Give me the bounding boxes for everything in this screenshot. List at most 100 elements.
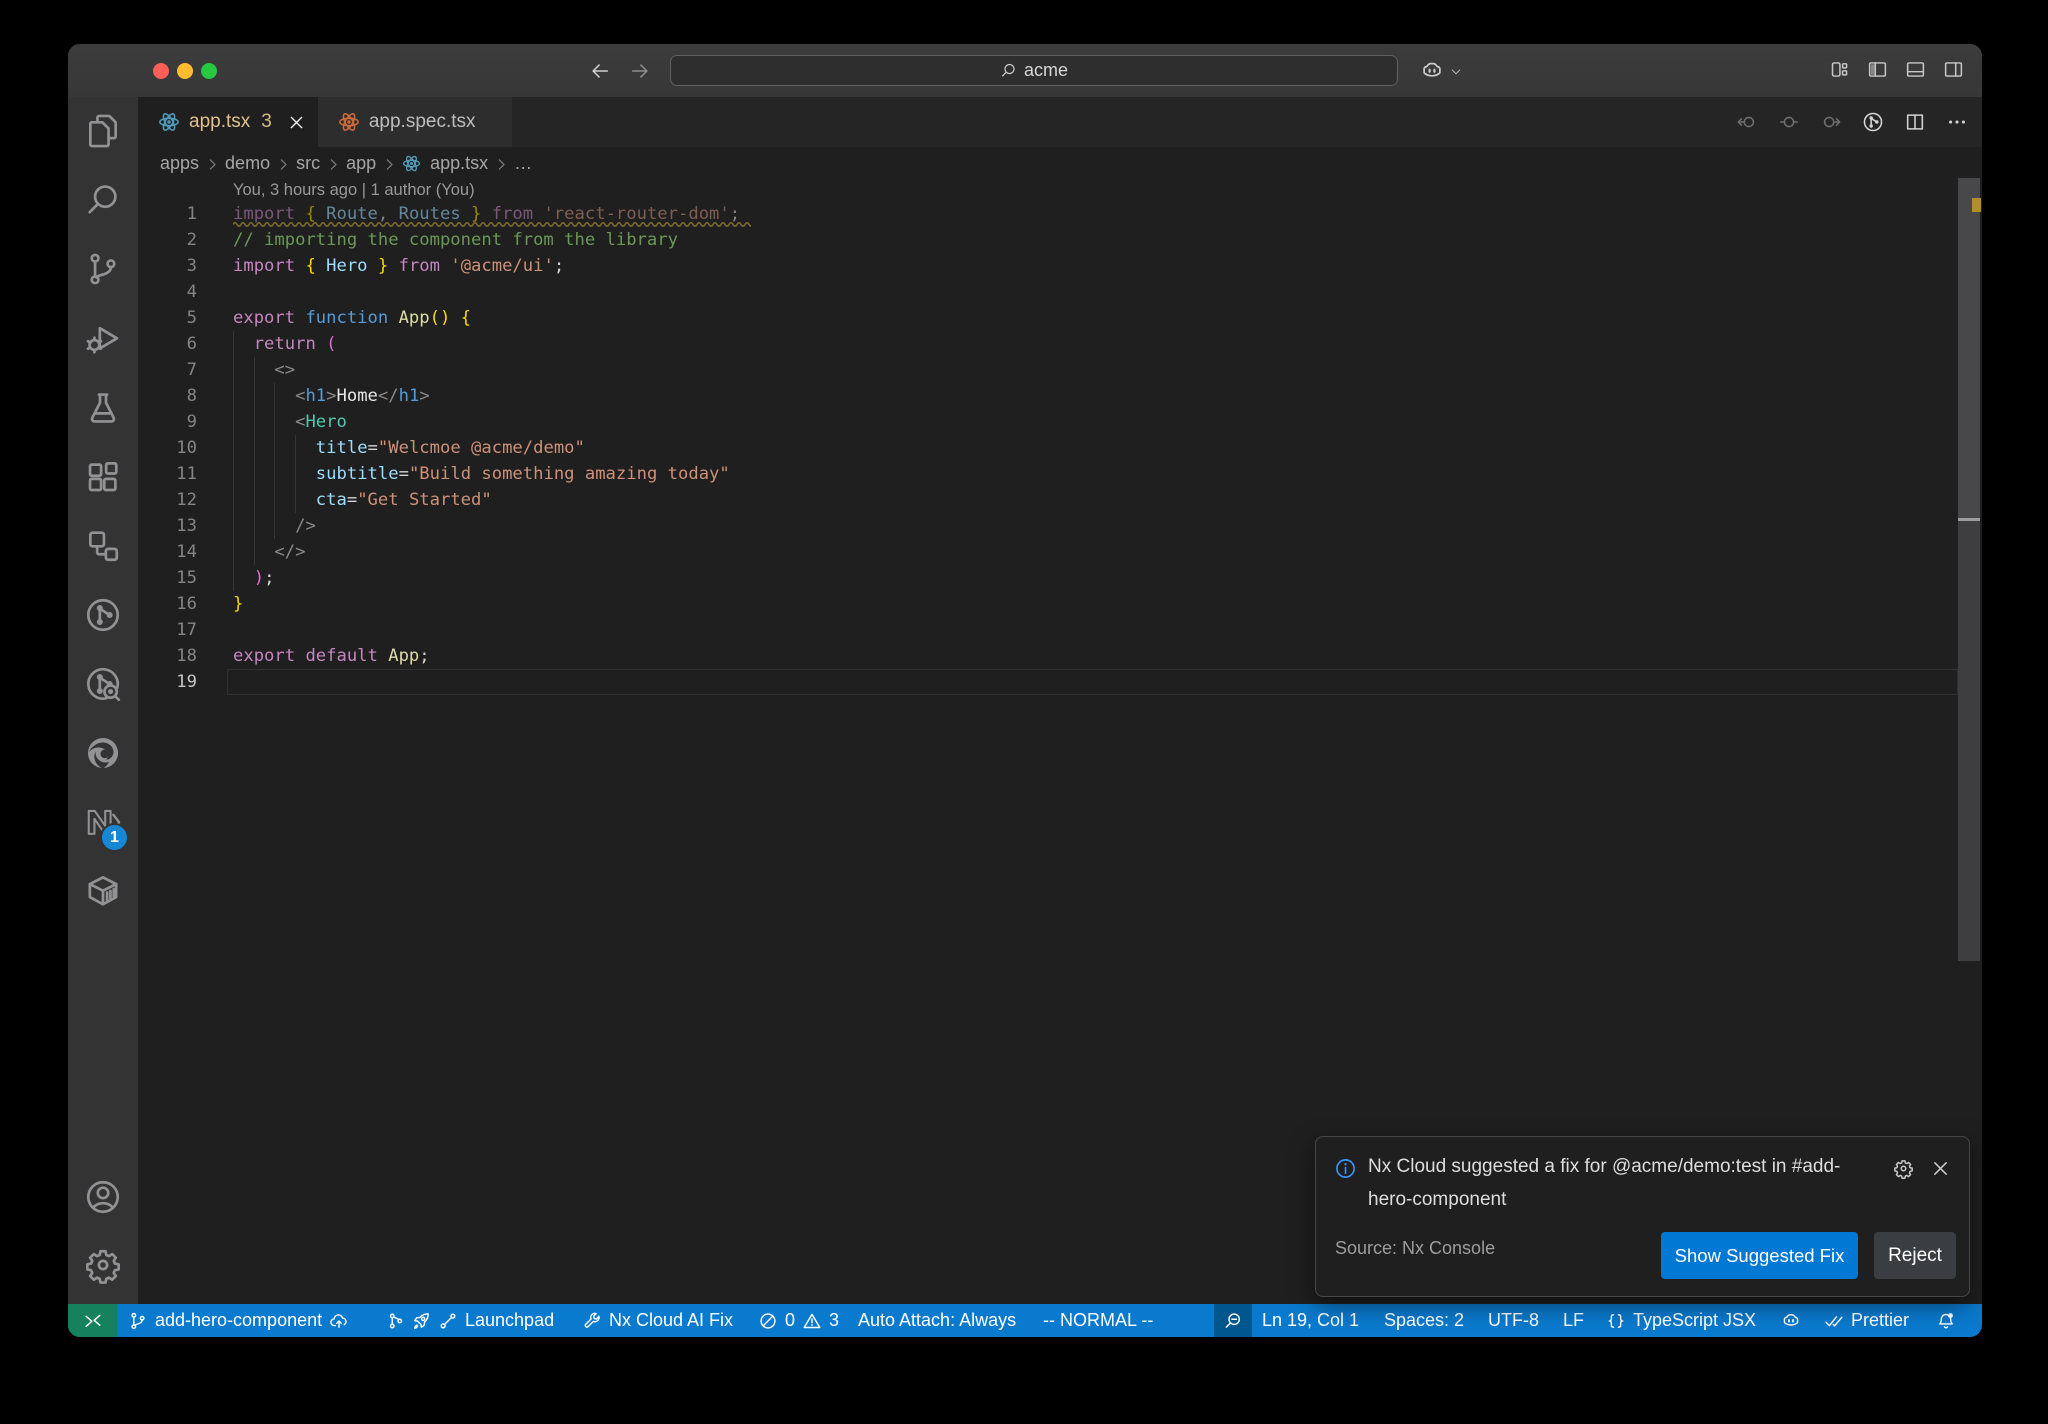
status-item-indentation[interactable]: Spaces: 2 [1384, 1304, 1464, 1337]
code-line-3[interactable]: 3 import { Hero } from '@acme/ui'; [138, 253, 1982, 279]
status-item-prettier[interactable]: Prettier [1824, 1304, 1909, 1337]
gitlens-graph-icon[interactable] [1862, 111, 1884, 133]
tab-app.tsx[interactable]: app.tsx 3 [138, 97, 318, 147]
notification-message: Nx Cloud suggested a fix for @acme/demo:… [1368, 1156, 1841, 1210]
line-number: 11 [176, 464, 197, 484]
breadcrumb-item-apps[interactable]: apps [160, 153, 199, 174]
code-line-1[interactable]: 1 import { Route, Routes } from 'react-ro… [138, 201, 1982, 228]
status-item-branch[interactable]: add-hero-component [128, 1304, 349, 1337]
status-item-launchpad[interactable]: Launchpad [411, 1304, 554, 1337]
close-window-button[interactable] [153, 63, 169, 79]
status-item-cursor-position[interactable]: Ln 19, Col 1 [1262, 1304, 1359, 1337]
info-icon [1336, 1159, 1355, 1178]
activity-bar-item-testing[interactable] [68, 384, 138, 432]
activity-bar-item-project-hierarchy[interactable] [68, 522, 138, 570]
gitlens-next-icon [1823, 116, 1841, 128]
status-item-problems[interactable]: 03 [758, 1304, 839, 1337]
navigate-forward-icon[interactable] [629, 60, 651, 82]
breadcrumb-item-app[interactable]: app [346, 153, 376, 174]
activity-bar-item-accounts[interactable] [68, 1173, 138, 1221]
command-center-search[interactable]: acme [670, 55, 1398, 86]
notification-settings-icon[interactable] [1893, 1158, 1914, 1179]
navigate-back-icon[interactable] [589, 60, 611, 82]
connect-icon [440, 1313, 456, 1328]
status-item-nx-cloud-fix[interactable]: Nx Cloud AI Fix [582, 1304, 733, 1337]
activity-bar-item-source-control[interactable] [68, 245, 138, 293]
gitlens-rev-icon[interactable] [1778, 111, 1800, 133]
code-line-4[interactable]: 4 [138, 279, 1982, 305]
code-line-12[interactable]: 12 cta="Get Started" [138, 487, 1982, 513]
activity-bar-item-explorer[interactable] [68, 107, 138, 155]
line-number: 19 [176, 672, 197, 692]
tab-app.spec.tsx[interactable]: app.spec.tsx [317, 97, 512, 147]
reject-button[interactable]: Reject [1874, 1232, 1956, 1279]
codelens-annotation[interactable]: You, 3 hours ago | 1 author (You) [233, 180, 475, 201]
show-suggested-fix-button[interactable]: Show Suggested Fix [1661, 1232, 1858, 1279]
close-icon[interactable] [287, 113, 306, 132]
git-branch-icon [90, 253, 116, 285]
code-line-15[interactable]: 15 ); [138, 565, 1982, 591]
more-actions-icon[interactable] [1946, 111, 1968, 133]
status-item-language-mode[interactable]: TypeScript JSX [1606, 1304, 1756, 1337]
gitlens-next-icon[interactable] [1820, 111, 1842, 133]
status-item-commit-graph[interactable] [386, 1304, 406, 1337]
code-line-10[interactable]: 10 title="Welcmoe @acme/demo" [138, 435, 1982, 461]
status-item-notifications[interactable] [1936, 1304, 1956, 1337]
status-label: Nx Cloud AI Fix [609, 1310, 734, 1330]
status-item-remote[interactable] [68, 1304, 117, 1337]
status-item-encoding[interactable]: UTF-8 [1488, 1304, 1539, 1337]
toggle-sidebar-icon[interactable] [1867, 59, 1888, 80]
line-number: 15 [176, 568, 197, 588]
toggle-panel-icon[interactable] [1905, 59, 1926, 80]
split-editor-icon[interactable] [1904, 111, 1926, 133]
copilot-icon[interactable] [1420, 59, 1444, 83]
code-line-16[interactable]: 16} [138, 591, 1982, 617]
activity-bar-item-gitlens-graph[interactable] [68, 591, 138, 639]
breadcrumb-item-src[interactable]: src [296, 153, 320, 174]
wrench-icon [584, 1312, 600, 1328]
code-line-17[interactable]: 17 [138, 617, 1982, 643]
code-line-9[interactable]: 9 <Hero [138, 409, 1982, 435]
code-line-11[interactable]: 11 subtitle="Build something amazing tod… [138, 461, 1982, 487]
notification-close-icon[interactable] [1930, 1158, 1951, 1179]
scrollbar[interactable] [1958, 178, 1980, 961]
close-icon [290, 116, 303, 128]
status-item-copilot[interactable] [1781, 1304, 1801, 1337]
breadcrumb: apps demo src app app.tsx … [138, 147, 1982, 180]
arrow-right-icon [631, 64, 648, 78]
activity-bar-item-search[interactable] [68, 176, 138, 224]
activity-bar-item-settings[interactable] [68, 1241, 138, 1289]
activity-bar-item-gitlens-inspect[interactable] [68, 660, 138, 708]
error-icon [760, 1312, 776, 1329]
code-line-18[interactable]: 18 export default App; [138, 643, 1982, 669]
status-label: 0 [785, 1310, 796, 1330]
more-actions-icon [1949, 120, 1965, 124]
minimize-window-button[interactable] [177, 63, 193, 79]
activity-bar-item-nx-console[interactable]: 1 [68, 798, 138, 852]
status-item-vim-mode[interactable]: -- NORMAL -- [1043, 1304, 1153, 1337]
status-item-auto-attach[interactable]: Auto Attach: Always [858, 1304, 1016, 1337]
maximize-window-button[interactable] [201, 63, 217, 79]
status-item-eol[interactable]: LF [1563, 1304, 1584, 1337]
customize-layout-icon[interactable] [1829, 59, 1850, 80]
code-line-13[interactable]: 13 /> [138, 513, 1982, 539]
gitlens-prev-icon[interactable] [1736, 111, 1758, 133]
breadcrumb-item-app.tsx[interactable]: app.tsx [430, 153, 488, 174]
toggle-secondary-sidebar-icon[interactable] [1943, 59, 1964, 80]
activity-bar-item-edge-tools[interactable] [68, 729, 138, 777]
activity-bar-item-extensions[interactable] [68, 453, 138, 501]
copilot-icon [1423, 62, 1441, 77]
chevron-down-icon[interactable] [1449, 65, 1463, 79]
breadcrumb-item-…[interactable]: … [514, 153, 532, 174]
gear-icon [1894, 1160, 1913, 1179]
code-line-2[interactable]: 2// importing the component from the lib… [138, 227, 1982, 253]
activity-bar-item-containers[interactable] [68, 867, 138, 915]
breadcrumb-item-demo[interactable]: demo [225, 153, 270, 174]
code-line-6[interactable]: 6 return ( [138, 331, 1982, 357]
code-line-7[interactable]: 7 <> [138, 357, 1982, 383]
activity-bar-item-run-and-debug[interactable] [68, 314, 138, 362]
code-line-5[interactable]: 5 export function App() { [138, 305, 1982, 331]
code-line-8[interactable]: 8 <h1>Home</h1> [138, 383, 1982, 409]
code-line-14[interactable]: 14 </> [138, 539, 1982, 565]
status-item-zoom[interactable] [1214, 1304, 1252, 1337]
